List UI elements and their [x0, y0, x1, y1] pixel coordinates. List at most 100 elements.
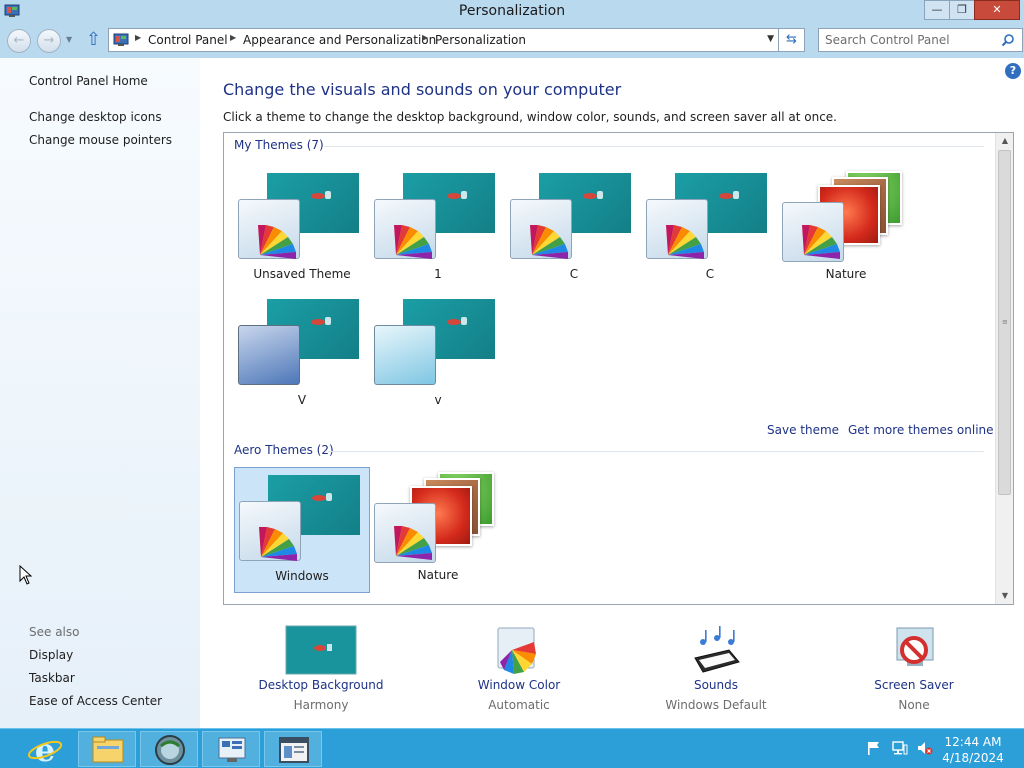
- color-palette-icon: [394, 225, 432, 259]
- sounds-setting[interactable]: Sounds Windows Default: [626, 620, 806, 720]
- scrollbar-thumb[interactable]: ≡: [998, 150, 1011, 495]
- tasks-pane: Control Panel Home Change desktop icons …: [0, 58, 200, 728]
- aero-themes-group-label: Aero Themes (2): [234, 443, 334, 457]
- maximize-button[interactable]: ❐: [949, 0, 975, 20]
- theme-tile[interactable]: 1: [370, 166, 506, 292]
- window-color-setting[interactable]: Window Color Automatic: [429, 620, 609, 720]
- save-theme-link[interactable]: Save theme: [767, 423, 839, 437]
- scrollbar-grip-icon: ≡: [1002, 318, 1008, 326]
- system-clock[interactable]: 12:44 AM 4/18/2024: [935, 734, 1011, 766]
- breadcrumb-separator-icon[interactable]: ▶: [230, 33, 236, 42]
- forward-button[interactable]: →: [37, 29, 61, 53]
- themes-list: My Themes (7) Unsaved Theme 1 C C Nature Vv S…: [223, 132, 1014, 605]
- clock-time: 12:44 AM: [944, 735, 1002, 749]
- change-mouse-pointers-link[interactable]: Change mouse pointers: [29, 133, 172, 147]
- window-color-preview: [374, 325, 436, 385]
- theme-tile[interactable]: C: [506, 166, 642, 292]
- theme-tile[interactable]: Unsaved Theme: [234, 166, 370, 292]
- breadcrumb-appearance-and-personalization[interactable]: Appearance and Personalization: [243, 33, 436, 47]
- action-center-flag-icon[interactable]: [866, 741, 882, 755]
- scroll-up-arrow-icon[interactable]: ▲: [996, 133, 1014, 149]
- breadcrumb-personalization[interactable]: Personalization: [435, 33, 526, 47]
- theme-name: Nature: [825, 267, 867, 281]
- breadcrumb-separator-icon[interactable]: ▶: [422, 33, 428, 42]
- color-palette-icon: [394, 526, 432, 560]
- taskbar: e 12:44 AM 4/18/2024: [0, 728, 1024, 768]
- theme-name: Nature: [417, 568, 459, 582]
- sounds-value: Windows Default: [665, 698, 767, 712]
- color-palette-icon: [259, 527, 297, 561]
- theme-tile[interactable]: Windows: [234, 467, 370, 593]
- personalization-window-icon: [279, 737, 309, 763]
- get-more-themes-online-link[interactable]: Get more themes online: [848, 423, 994, 437]
- minimize-button[interactable]: —: [924, 0, 950, 20]
- address-bar[interactable]: ▶ Control Panel ▶ Appearance and Persona…: [108, 28, 779, 52]
- theme-tile[interactable]: Nature: [778, 166, 914, 292]
- screen-saver-link[interactable]: Screen Saver: [824, 678, 1004, 692]
- close-button[interactable]: ✕: [974, 0, 1020, 20]
- desktop-background-setting[interactable]: Desktop Background Harmony: [231, 620, 411, 720]
- search-box[interactable]: [818, 28, 1023, 52]
- recent-pages-chevron-icon[interactable]: ▼: [66, 35, 72, 44]
- display-link[interactable]: Display: [29, 648, 73, 662]
- my-themes-group-label: My Themes (7): [234, 138, 324, 152]
- back-button[interactable]: ←: [7, 29, 31, 53]
- taskbar-control-panel[interactable]: [202, 731, 260, 767]
- taskbar-file-explorer[interactable]: [78, 731, 136, 767]
- theme-name: V: [297, 393, 307, 407]
- clock-date: 4/18/2024: [942, 751, 1004, 765]
- theme-tile[interactable]: v: [370, 292, 506, 418]
- theme-name: C: [705, 267, 715, 281]
- navigation-bar: ← → ▼ ⇧ ▶ Control Panel ▶ Appearance and…: [0, 24, 1024, 58]
- theme-name: 1: [434, 267, 442, 281]
- theme-name: C: [569, 267, 579, 281]
- desktop-background-icon: [285, 625, 357, 675]
- screen-saver-setting[interactable]: Screen Saver None: [824, 620, 1004, 720]
- color-palette-icon: [802, 225, 840, 259]
- color-palette-icon: [530, 225, 568, 259]
- window-color-icon: [497, 627, 536, 674]
- file-explorer-icon: [92, 736, 124, 763]
- help-icon[interactable]: ?: [1005, 63, 1021, 79]
- window-color-preview: [238, 325, 300, 385]
- window-title: Personalization: [458, 3, 566, 19]
- breadcrumb-separator-icon[interactable]: ▶: [135, 33, 141, 42]
- taskbar-network-app[interactable]: [140, 731, 198, 767]
- sounds-link[interactable]: Sounds: [626, 678, 806, 692]
- network-icon[interactable]: [892, 741, 908, 755]
- title-bar: Personalization — ❐ ✕: [0, 0, 1024, 24]
- svg-text:e: e: [35, 731, 55, 767]
- search-input[interactable]: [825, 32, 995, 48]
- sounds-icon: [694, 626, 740, 673]
- volume-muted-icon[interactable]: [917, 741, 933, 755]
- control-panel-home-link[interactable]: Control Panel Home: [29, 74, 148, 88]
- breadcrumb-control-panel[interactable]: Control Panel: [148, 33, 228, 47]
- ease-of-access-center-link[interactable]: Ease of Access Center: [29, 694, 162, 708]
- scroll-down-arrow-icon[interactable]: ▼: [996, 588, 1014, 604]
- theme-tile[interactable]: C: [642, 166, 778, 292]
- address-dropdown-chevron-icon[interactable]: ▼: [767, 34, 774, 44]
- taskbar-internet-explorer[interactable]: e: [16, 731, 74, 768]
- group-divider: [324, 146, 984, 147]
- theme-name: Windows: [275, 569, 329, 583]
- network-globe-icon: [155, 735, 185, 765]
- page-heading: Change the visuals and sounds on your co…: [223, 80, 622, 99]
- themes-scrollbar[interactable]: ▲ ≡ ▼: [995, 133, 1013, 604]
- theme-tile[interactable]: V: [234, 292, 370, 418]
- screen-saver-icon: [896, 627, 934, 666]
- see-also-label: See also: [29, 625, 80, 639]
- taskbar-personalization-window[interactable]: [264, 731, 322, 767]
- window-color-link[interactable]: Window Color: [429, 678, 609, 692]
- theme-name: Unsaved Theme: [253, 267, 351, 281]
- search-icon[interactable]: [1001, 33, 1015, 47]
- change-desktop-icons-link[interactable]: Change desktop icons: [29, 110, 162, 124]
- group-divider: [328, 451, 984, 452]
- up-button[interactable]: ⇧: [86, 31, 101, 49]
- mouse-pointer-icon: [19, 565, 33, 585]
- refresh-button[interactable]: ⇆: [779, 28, 805, 52]
- desktop-background-link[interactable]: Desktop Background: [231, 678, 411, 692]
- theme-tile[interactable]: Nature: [370, 467, 506, 593]
- window-color-value: Automatic: [488, 698, 550, 712]
- internet-explorer-icon: e: [27, 731, 63, 768]
- taskbar-link[interactable]: Taskbar: [29, 671, 75, 685]
